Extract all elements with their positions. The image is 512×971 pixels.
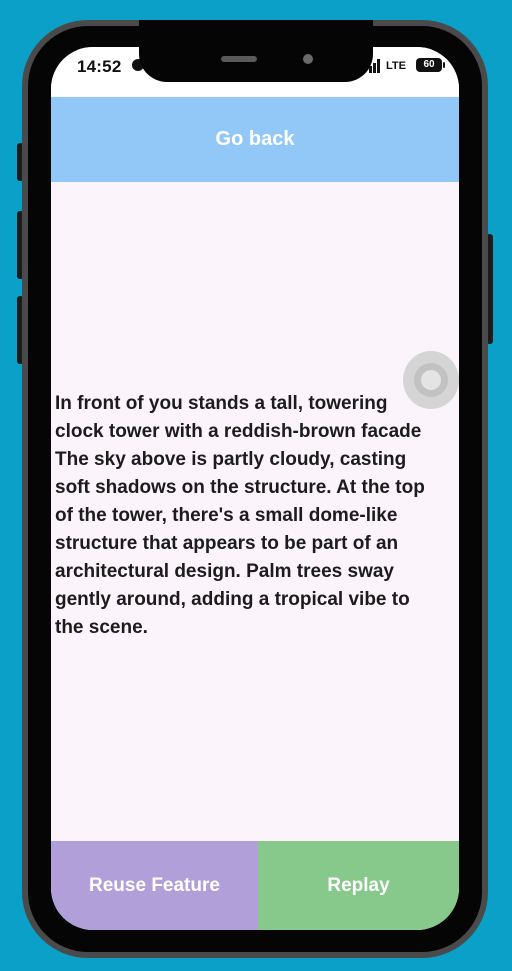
- network-type: LTE: [386, 60, 406, 72]
- scene-description: In front of you stands a tall, towering …: [55, 393, 425, 638]
- notch: [139, 20, 373, 82]
- battery-icon: 60: [416, 58, 445, 72]
- app-screen: 14:52 LTE 60 Go back In front of you sta…: [51, 47, 459, 930]
- header-bar: Go back: [51, 97, 459, 182]
- assistive-touch-core: [421, 370, 441, 390]
- bottom-action-bar: Reuse Feature Replay: [51, 841, 459, 930]
- go-back-button[interactable]: Go back: [51, 97, 459, 182]
- replay-button[interactable]: Replay: [258, 841, 459, 930]
- status-time: 14:52: [77, 57, 122, 76]
- reuse-feature-button[interactable]: Reuse Feature: [51, 841, 258, 930]
- front-camera: [303, 54, 313, 64]
- assistive-touch-icon[interactable]: [403, 351, 459, 409]
- speaker-grille: [221, 56, 257, 62]
